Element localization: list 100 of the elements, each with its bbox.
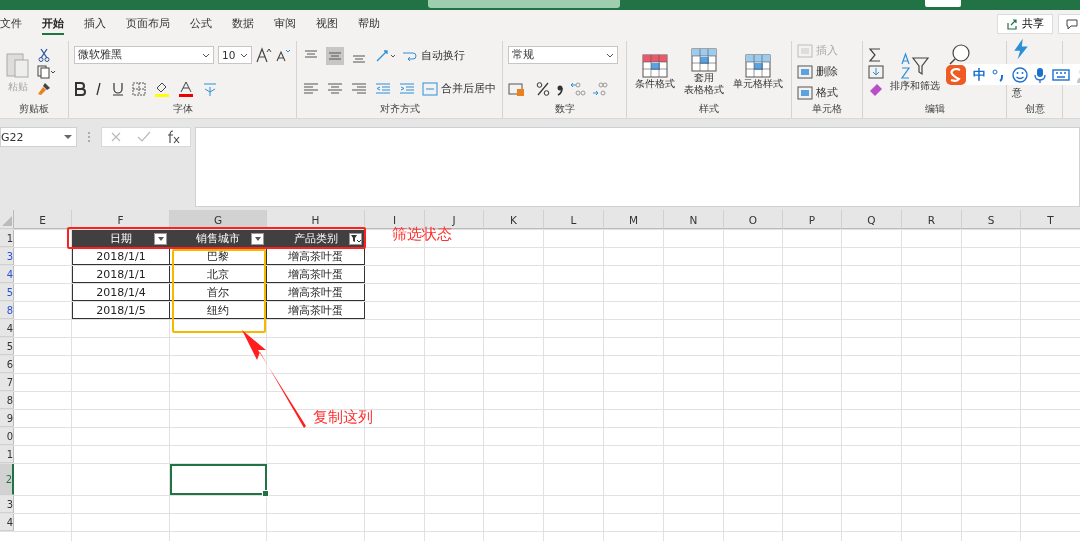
font-name-field[interactable]: 微软雅黑 [74,46,214,65]
formula-input[interactable] [195,127,1080,207]
row-header[interactable]: 3 [0,248,14,265]
delete-cells-button[interactable]: 删除 [797,64,838,79]
row-header[interactable]: 6 [0,356,14,373]
microphone-icon[interactable] [1034,66,1046,83]
copy-icon[interactable] [37,64,55,79]
group-label: 单元格 [811,102,843,116]
menu-tab[interactable]: 公式 [180,10,222,37]
italic-icon[interactable] [94,81,104,96]
decrease-decimal-icon[interactable] [592,80,608,97]
format-painter-icon[interactable] [37,81,51,96]
eraser-icon[interactable] [868,81,884,96]
keyboard-icon[interactable] [1052,67,1070,82]
cell-styles-button[interactable]: 单元格样式 [733,53,784,90]
menu-tab[interactable]: 开始 [32,10,74,37]
row-header[interactable]: 2 [0,464,14,495]
menu-tab[interactable]: 视图 [306,10,348,37]
column-header[interactable]: L [544,210,604,229]
lightning-icon[interactable] [1012,38,1030,61]
underline-icon[interactable] [112,81,124,96]
column-header[interactable]: R [902,210,962,229]
row-header[interactable]: 5 [0,338,14,355]
search-field[interactable] [428,0,620,8]
fill-color-icon[interactable] [154,80,170,97]
font-size-field[interactable]: 10 [218,46,252,65]
column-header[interactable]: P [783,210,842,229]
format-cells-button[interactable]: 格式 [797,85,838,100]
phonetic-icon[interactable] [202,80,218,97]
merge-center-button[interactable]: 合并后居中 [422,82,496,97]
column-header[interactable]: N [664,210,724,229]
align-middle-icon[interactable] [326,46,344,65]
row-header[interactable]: 4 [0,320,14,337]
chevron-down-icon[interactable] [240,52,248,58]
menu-tab[interactable]: 文件 [0,10,32,37]
comment-button[interactable] [1058,13,1080,34]
row-header[interactable]: 5 [0,284,14,301]
borders-icon[interactable] [132,81,146,96]
orientation-icon[interactable] [374,47,396,64]
menu-tab[interactable]: 审阅 [264,10,306,37]
name-box[interactable]: G22 [0,127,77,147]
check-icon[interactable] [137,131,151,143]
group-label: 对齐方式 [378,102,421,116]
filter-button[interactable] [251,233,264,245]
align-left-icon[interactable] [302,82,320,97]
increase-decimal-icon[interactable] [570,80,586,97]
row-header[interactable]: 0 [0,428,14,445]
table-cell: 增高茶叶蛋 [267,248,365,265]
sum-icon[interactable] [868,47,882,62]
row-header[interactable]: 1 [0,446,14,463]
column-header[interactable]: H [267,210,365,229]
menu-tab[interactable]: 数据 [222,10,264,37]
row-header[interactable]: 7 [0,374,14,391]
row-header[interactable]: 1 [0,230,14,247]
wrap-text-button[interactable]: 自动换行 [402,48,465,63]
column-header[interactable]: K [484,210,544,229]
conditional-format-button[interactable]: 条件格式 [634,53,675,90]
emoji-icon[interactable] [1012,66,1028,83]
drag-handle-icon[interactable] [87,130,91,144]
filter-button[interactable] [154,233,167,245]
bold-icon[interactable] [74,81,86,96]
table-cell: 2018/1/1 [72,248,170,265]
grow-font-icon[interactable] [256,47,272,64]
share-button[interactable]: 共享 [997,13,1053,34]
shrink-font-icon[interactable] [276,48,290,63]
align-right-icon[interactable] [350,82,368,97]
column-header[interactable]: M [604,210,664,229]
row-header[interactable]: 9 [0,410,14,427]
column-header[interactable]: S [962,210,1021,229]
number-format-field[interactable]: 常规 [508,46,618,65]
table-cell: 北京 [170,266,267,283]
percent-icon[interactable] [536,80,550,97]
row-header[interactable]: 8 [0,302,14,319]
cancel-icon[interactable] [109,131,122,143]
column-header[interactable]: Q [842,210,902,229]
cells-icon [797,43,813,58]
column-header[interactable]: E [14,210,72,229]
column-header[interactable]: T [1021,210,1080,229]
menu-tab[interactable]: 帮助 [348,10,390,37]
active-cell[interactable] [170,464,267,495]
filter-button[interactable] [349,233,362,245]
align-center-icon[interactable] [326,82,344,97]
font-color-icon[interactable] [178,80,194,97]
row-header[interactable]: 4 [0,266,14,283]
chevron-down-icon[interactable] [606,52,614,58]
menu-tab[interactable]: 页面布局 [116,10,180,37]
ideas-button[interactable]: 意 [1012,86,1022,99]
cut-icon[interactable] [37,47,51,62]
column-header[interactable]: O [724,210,783,229]
menu-tab[interactable]: 插入 [74,10,116,37]
punctuation-icon[interactable] [992,67,1006,82]
chevron-down-icon[interactable] [202,52,210,58]
table-format-icon [691,47,717,72]
sort-filter-button[interactable]: 排序和筛选 [890,51,940,92]
row-header[interactable]: 4 [0,514,14,531]
table-cell: 增高茶叶蛋 [267,284,365,301]
row-header[interactable]: 8 [0,392,14,409]
format-table-button[interactable]: 套用 表格格式 [684,47,724,96]
row-header[interactable]: 3 [0,496,14,513]
input-mode-toggle[interactable]: 中 [973,65,986,84]
